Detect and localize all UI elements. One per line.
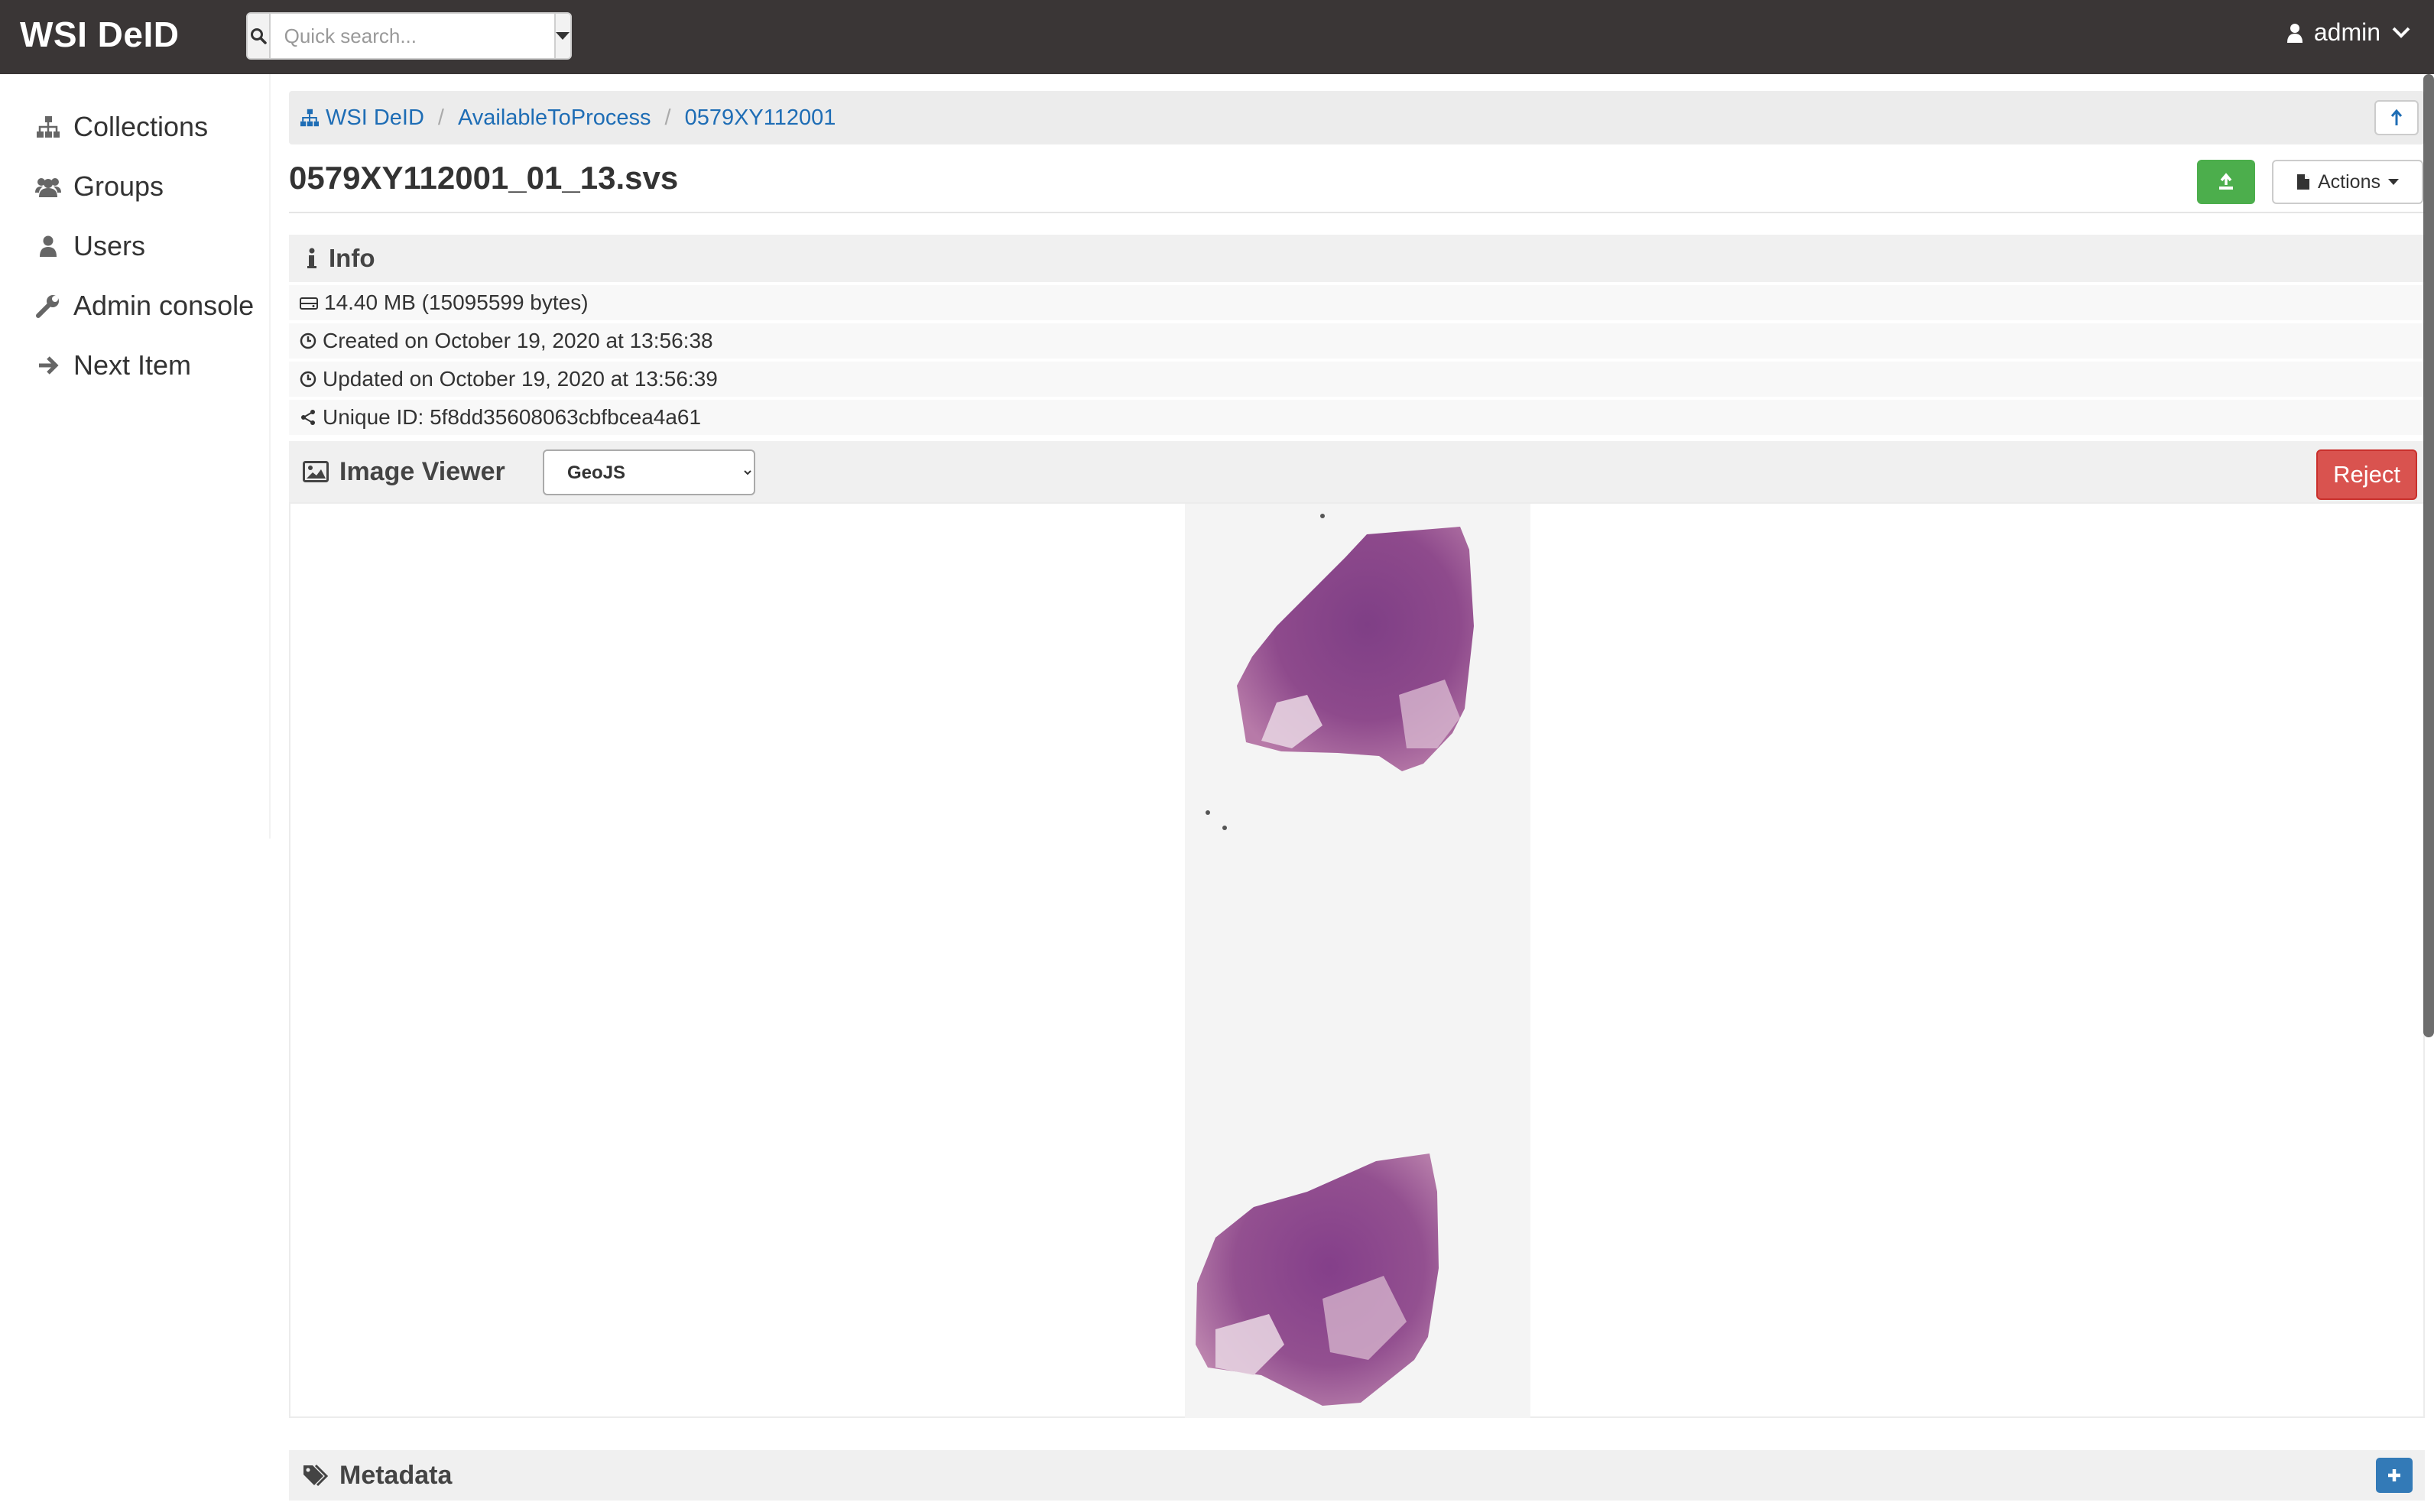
sidebar-item-label: Admin console — [73, 290, 255, 321]
upload-icon — [2219, 173, 2233, 190]
clock-icon — [300, 333, 316, 349]
chevron-down-icon — [2392, 27, 2410, 38]
plus-icon — [2388, 1469, 2400, 1481]
metadata-heading: Metadata — [339, 1460, 453, 1490]
info-id-row: Unique ID: 5f8dd35608063cbfbcea4a61 — [289, 400, 2425, 436]
sidebar-item-admin-console[interactable]: Admin console — [35, 290, 254, 322]
sitemap-icon — [35, 114, 61, 140]
hdd-icon — [300, 297, 318, 310]
search-mode-dropdown[interactable] — [553, 14, 570, 58]
breadcrumb-item-root[interactable]: WSI DeID — [300, 105, 424, 131]
breadcrumb-separator: / — [437, 105, 444, 130]
add-metadata-button[interactable] — [2376, 1458, 2413, 1493]
info-panel-header: Info — [289, 235, 2425, 282]
top-navbar: WSI DeID admin — [0, 0, 2434, 74]
sidebar-item-users[interactable]: Users — [35, 230, 145, 262]
sidebar-item-collections[interactable]: Collections — [35, 111, 208, 143]
caret-down-icon — [2387, 179, 2399, 185]
sidebar-item-label: Next Item — [73, 349, 192, 381]
viewer-type-select[interactable]: GeoJS — [543, 449, 755, 495]
image-viewer-header: Image Viewer GeoJS Reject — [289, 441, 2425, 502]
info-size-row: 14.40 MB (15095599 bytes) — [289, 285, 2425, 322]
image-viewer-heading: Image Viewer — [339, 456, 505, 486]
image-viewer-title: Image Viewer — [303, 457, 505, 487]
wrench-icon — [35, 293, 61, 319]
breadcrumb-label: WSI DeID — [326, 105, 424, 130]
title-divider — [289, 212, 2425, 213]
tissue-sections — [1185, 504, 1530, 1418]
breadcrumb-item-folder[interactable]: AvailableToProcess — [458, 105, 651, 131]
image-icon — [303, 461, 329, 482]
breadcrumb-item-subfolder[interactable]: 0579XY112001 — [685, 105, 836, 131]
sitemap-icon — [300, 109, 319, 127]
user-icon — [35, 233, 61, 259]
users-icon — [35, 174, 61, 200]
sidebar-item-groups[interactable]: Groups — [35, 170, 164, 203]
unique-id: Unique ID: 5f8dd35608063cbfbcea4a61 — [323, 405, 702, 429]
user-menu[interactable]: admin — [2286, 18, 2411, 47]
breadcrumb: WSI DeID / AvailableToProcess / 0579XY11… — [289, 91, 2425, 144]
sidebar-item-label: Collections — [73, 111, 209, 142]
user-icon — [2286, 23, 2303, 43]
level-up-icon — [2390, 109, 2403, 125]
sidebar: Collections Groups Users Admin console N… — [0, 74, 271, 839]
file-size: 14.40 MB (15095599 bytes) — [324, 290, 589, 314]
clock-icon — [300, 371, 316, 388]
info-created-row: Created on October 19, 2020 at 13:56:38 — [289, 323, 2425, 360]
search-icon — [248, 14, 271, 58]
search-input[interactable] — [270, 14, 554, 58]
info-heading: Info — [329, 244, 375, 272]
reject-button[interactable]: Reject — [2316, 449, 2417, 500]
arrow-right-icon — [35, 352, 61, 378]
sidebar-item-label: Groups — [73, 170, 164, 202]
sidebar-item-next-item[interactable]: Next Item — [35, 349, 191, 381]
page-title: 0579XY112001_01_13.svs — [289, 160, 679, 196]
parent-folder-button[interactable] — [2374, 100, 2419, 135]
created-date: Created on October 19, 2020 at 13:56:38 — [323, 329, 713, 352]
updated-date: Updated on October 19, 2020 at 13:56:39 — [323, 367, 718, 391]
share-icon — [301, 410, 315, 425]
page-scrollbar[interactable] — [2423, 74, 2434, 1037]
brand-logo[interactable]: WSI DeID — [20, 14, 179, 55]
metadata-panel-header: Metadata — [289, 1450, 2425, 1501]
info-icon — [307, 248, 316, 268]
image-viewer-canvas[interactable] — [289, 502, 2425, 1418]
upload-button[interactable] — [2197, 160, 2255, 204]
sidebar-item-label: Users — [73, 230, 146, 261]
quick-search — [246, 12, 572, 60]
caret-down-icon — [556, 32, 570, 40]
actions-label: Actions — [2318, 170, 2380, 193]
slide-image — [1185, 504, 1530, 1418]
info-updated-row: Updated on October 19, 2020 at 13:56:39 — [289, 362, 2425, 398]
user-name: admin — [2313, 18, 2380, 46]
file-icon — [2297, 174, 2309, 190]
breadcrumb-separator: / — [664, 105, 671, 130]
tags-icon — [303, 1464, 329, 1487]
actions-dropdown-button[interactable]: Actions — [2272, 160, 2423, 204]
